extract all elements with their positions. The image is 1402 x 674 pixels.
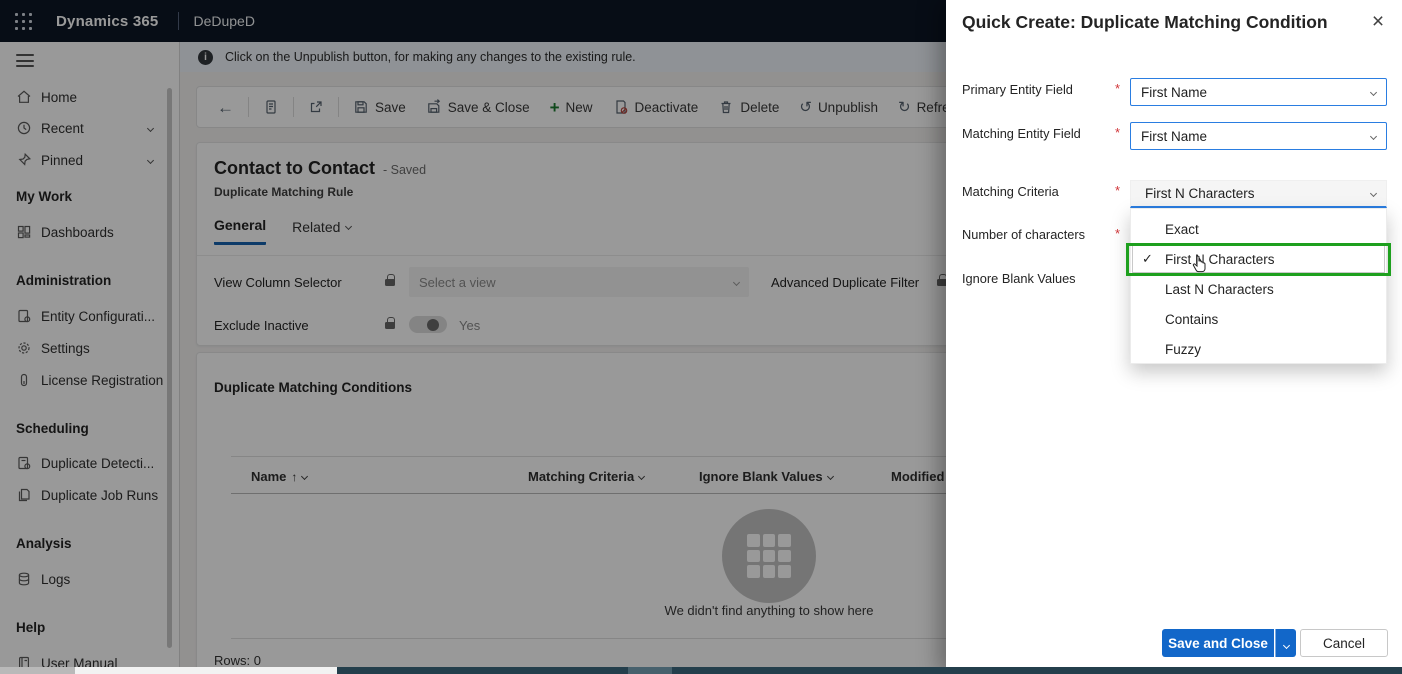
chevron-down-icon xyxy=(1370,132,1377,139)
option-fuzzy[interactable]: Fuzzy xyxy=(1131,334,1386,364)
matching-criteria-options-list: Exact ✓ First N Characters Last N Charac… xyxy=(1130,208,1387,364)
number-of-characters-label: Number of characters xyxy=(962,227,1085,242)
matching-entity-field-dropdown[interactable]: First Name xyxy=(1130,122,1387,150)
scrollbar-segment-light[interactable] xyxy=(75,667,337,674)
cursor-icon xyxy=(1192,256,1209,275)
save-options-split-button[interactable] xyxy=(1275,629,1296,657)
required-marker: * xyxy=(1115,183,1120,198)
required-marker: * xyxy=(1115,125,1120,140)
scrollbar-track[interactable] xyxy=(337,667,1402,674)
option-last-n-characters[interactable]: Last N Characters xyxy=(1131,274,1386,304)
required-marker: * xyxy=(1115,81,1120,96)
matching-criteria-dropdown[interactable]: First N Characters xyxy=(1130,180,1387,208)
chevron-down-icon xyxy=(1370,88,1377,95)
primary-entity-field-label: Primary Entity Field xyxy=(962,82,1073,97)
chevron-down-icon xyxy=(1282,641,1289,648)
cancel-button[interactable]: Cancel xyxy=(1300,629,1388,657)
primary-entity-field-value: First Name xyxy=(1141,85,1207,100)
app-root: Dynamics 365 DeDupeD Home Recent Pinned … xyxy=(0,0,1402,674)
option-first-n-characters[interactable]: ✓ First N Characters xyxy=(1131,244,1386,274)
matching-entity-field-value: First Name xyxy=(1141,129,1207,144)
matching-criteria-label: Matching Criteria xyxy=(962,184,1059,199)
option-contains[interactable]: Contains xyxy=(1131,304,1386,334)
option-exact[interactable]: Exact xyxy=(1131,214,1386,244)
matching-criteria-value: First N Characters xyxy=(1145,186,1255,201)
quick-create-panel: Quick Create: Duplicate Matching Conditi… xyxy=(946,0,1402,674)
chevron-down-icon xyxy=(1370,190,1377,197)
primary-entity-field-dropdown[interactable]: First Name xyxy=(1130,78,1387,106)
required-marker: * xyxy=(1115,226,1120,241)
check-icon: ✓ xyxy=(1142,251,1153,267)
scrollbar-gutter xyxy=(0,667,75,674)
ignore-blank-values-label: Ignore Blank Values xyxy=(962,271,1076,286)
modal-dim-overlay xyxy=(0,0,946,674)
scrollbar-thumb[interactable] xyxy=(628,667,672,674)
quick-create-title: Quick Create: Duplicate Matching Conditi… xyxy=(962,12,1328,33)
save-and-close-button-panel[interactable]: Save and Close xyxy=(1162,629,1274,657)
close-icon[interactable]: × xyxy=(1364,8,1392,36)
matching-entity-field-label: Matching Entity Field xyxy=(962,126,1081,141)
horizontal-scrollbar xyxy=(0,667,1402,674)
